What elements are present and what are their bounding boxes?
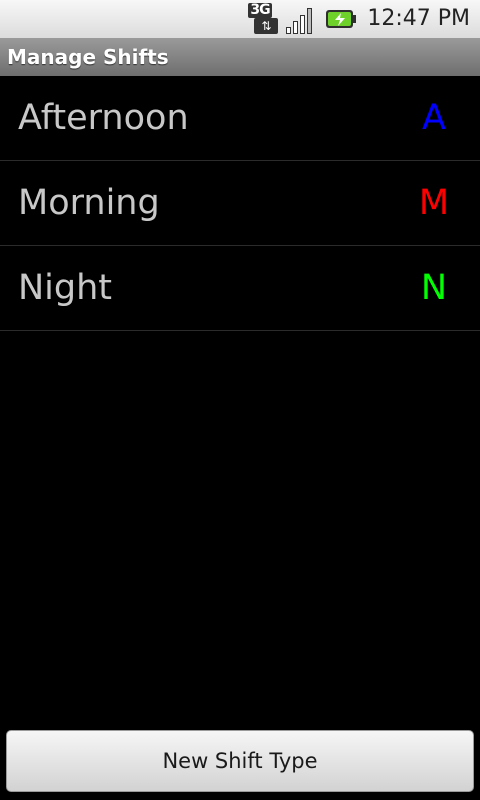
shift-code: M [418, 183, 450, 223]
bottom-action-bar: New Shift Type [0, 724, 480, 800]
title-bar: Manage Shifts [0, 38, 480, 76]
shift-code: A [422, 98, 446, 138]
network-type-label: 3G [248, 2, 272, 18]
shift-list: Afternoon A Morning M Night N [0, 76, 480, 331]
shift-row-morning[interactable]: Morning M [0, 161, 480, 246]
screen: 3G ⇅ 12:47 PM Manage Shifts Afternoon A [0, 0, 480, 800]
status-bar: 3G ⇅ 12:47 PM [0, 0, 480, 38]
status-time: 12:47 PM [367, 6, 470, 31]
data-arrows-icon: ⇅ [254, 18, 279, 34]
signal-strength-icon [286, 8, 313, 34]
shift-name: Morning [18, 183, 160, 223]
shift-name: Afternoon [18, 98, 189, 138]
3g-data-icon: 3G ⇅ [247, 3, 279, 35]
shift-code: N [420, 268, 448, 308]
page-title: Manage Shifts [7, 45, 169, 69]
shift-row-night[interactable]: Night N [0, 246, 480, 331]
battery-charging-icon [326, 10, 357, 28]
shift-name: Night [18, 268, 113, 308]
shift-row-afternoon[interactable]: Afternoon A [0, 76, 480, 161]
new-shift-type-button[interactable]: New Shift Type [6, 730, 474, 792]
